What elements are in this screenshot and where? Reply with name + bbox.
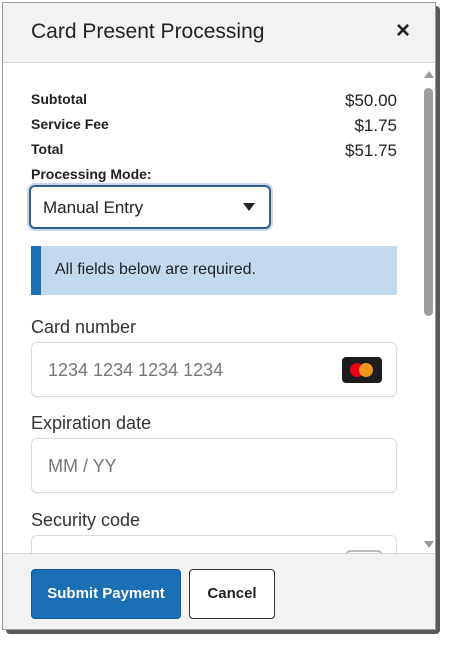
service-fee-value: $1.75	[354, 116, 397, 135]
submit-payment-button[interactable]: Submit Payment	[31, 569, 181, 619]
scrollbar[interactable]	[421, 63, 435, 553]
expiration-date-placeholder: MM / YY	[48, 456, 117, 476]
service-fee-row: Service Fee $1.75	[31, 116, 397, 138]
card-number-input[interactable]: 1234 1234 1234 1234	[31, 342, 397, 397]
scrollbar-thumb[interactable]	[424, 88, 433, 316]
card-number-label: Card number	[31, 317, 137, 337]
subtotal-value: $50.00	[345, 91, 397, 110]
close-icon[interactable]: ×	[391, 19, 415, 43]
chevron-down-icon	[243, 203, 255, 211]
dialog-body[interactable]: Subtotal $50.00 Service Fee $1.75 Total …	[3, 63, 435, 553]
mastercard-yellow-circle	[359, 363, 373, 377]
total-row: Total $51.75	[31, 141, 397, 163]
security-code-input[interactable]	[31, 535, 397, 553]
card-present-dialog: Card Present Processing × Subtotal $50.0…	[2, 2, 436, 630]
total-value: $51.75	[345, 141, 397, 160]
total-label: Total	[31, 141, 64, 157]
required-fields-alert: All fields below are required.	[31, 246, 397, 295]
expiration-date-label: Expiration date	[31, 413, 152, 433]
processing-mode-select[interactable]: Manual Entry	[29, 185, 271, 229]
subtotal-label: Subtotal	[31, 91, 87, 107]
cancel-button[interactable]: Cancel	[189, 569, 275, 619]
scroll-down-icon[interactable]	[424, 541, 434, 548]
processing-mode-value: Manual Entry	[43, 198, 144, 217]
subtotal-row: Subtotal $50.00	[31, 91, 397, 113]
dialog-footer: Submit Payment Cancel	[3, 553, 435, 629]
security-code-label: Security code	[31, 510, 141, 530]
service-fee-label: Service Fee	[31, 116, 109, 132]
mastercard-icon	[342, 357, 382, 383]
dialog-header: Card Present Processing ×	[3, 3, 435, 63]
dialog-title: Card Present Processing	[31, 20, 265, 43]
card-number-placeholder: 1234 1234 1234 1234	[48, 360, 224, 380]
expiration-date-input[interactable]: MM / YY	[31, 438, 397, 493]
scroll-up-icon[interactable]	[424, 71, 434, 78]
alert-text: All fields below are required.	[55, 261, 256, 278]
processing-mode-label: Processing Mode:	[31, 166, 152, 182]
